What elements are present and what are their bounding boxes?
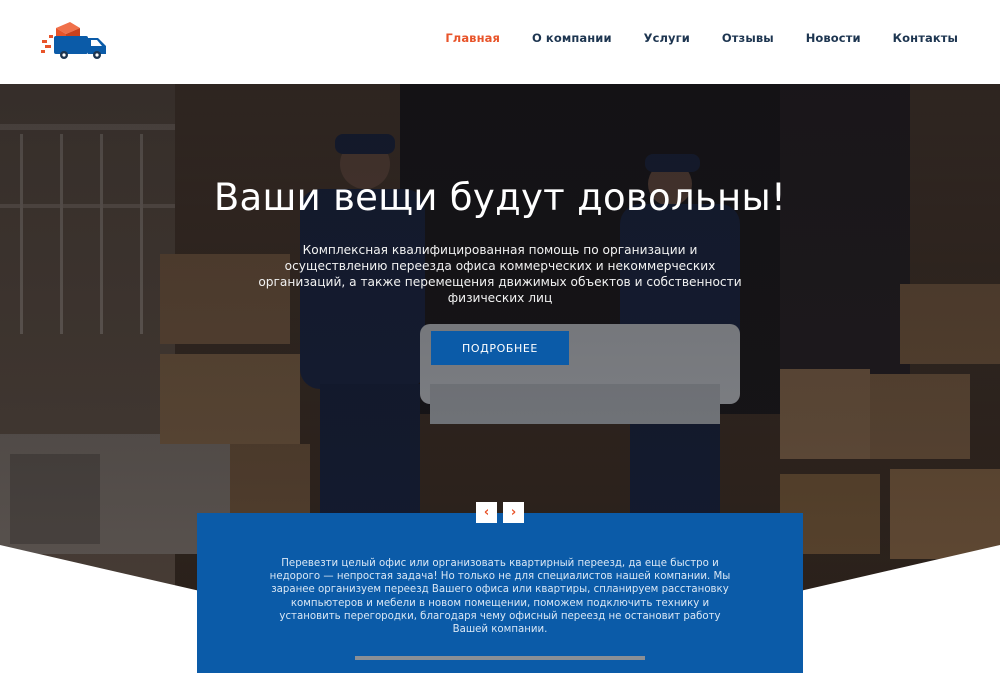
- nav-item-contacts[interactable]: Контакты: [893, 31, 958, 45]
- hero-subtitle: Комплексная квалифицированная помощь по …: [258, 243, 742, 305]
- main-nav: Главная О компании Услуги Отзывы Новости…: [445, 31, 958, 45]
- logo[interactable]: [40, 18, 110, 62]
- nav-item-home[interactable]: Главная: [445, 31, 500, 45]
- nav-item-about[interactable]: О компании: [532, 31, 612, 45]
- nav-item-news[interactable]: Новости: [806, 31, 861, 45]
- site-header: Главная О компании Услуги Отзывы Новости…: [0, 0, 1000, 84]
- nav-item-services[interactable]: Услуги: [644, 31, 690, 45]
- nav-item-reviews[interactable]: Отзывы: [722, 31, 774, 45]
- chevron-right-icon: ›: [510, 505, 517, 520]
- more-button[interactable]: ПОДРОБНЕЕ: [431, 331, 569, 365]
- slider-next-button[interactable]: ›: [503, 502, 524, 523]
- info-text: Перевезти целый офис или организовать кв…: [269, 558, 731, 636]
- hero-title: Ваши вещи будут довольны!: [213, 176, 787, 219]
- chevron-left-icon: ‹: [483, 505, 490, 520]
- delivery-truck-icon: [41, 22, 106, 59]
- slider-prev-button[interactable]: ‹: [476, 502, 497, 523]
- image-strip: [355, 656, 645, 660]
